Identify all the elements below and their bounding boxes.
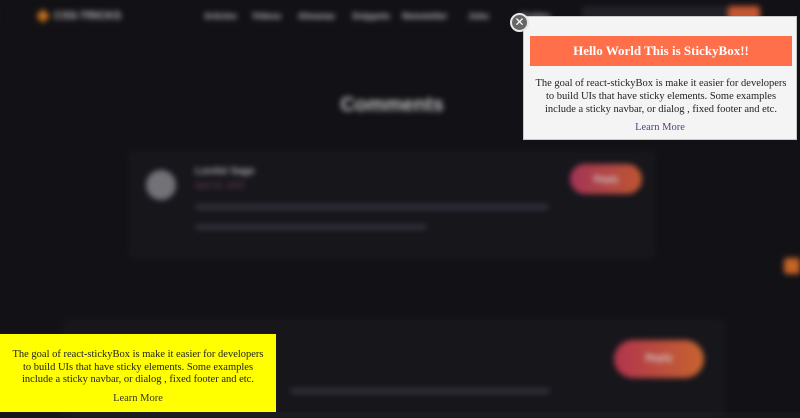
footer-body-text: The goal of react-stickyBox is make it e… — [12, 349, 264, 385]
sticky-popup: Hello World This is StickyBox!! The goal… — [523, 16, 797, 140]
footer-learn-more-link[interactable]: Learn More — [0, 393, 276, 404]
sticky-footer-box: The goal of react-stickyBox is make it e… — [0, 334, 276, 412]
popup-body-text: The goal of react-stickyBox is make it e… — [535, 78, 787, 115]
popup-title: Hello World This is StickyBox!! — [530, 36, 792, 66]
close-icon[interactable]: ✕ — [510, 13, 529, 32]
popup-learn-more-link[interactable]: Learn More — [524, 122, 796, 133]
